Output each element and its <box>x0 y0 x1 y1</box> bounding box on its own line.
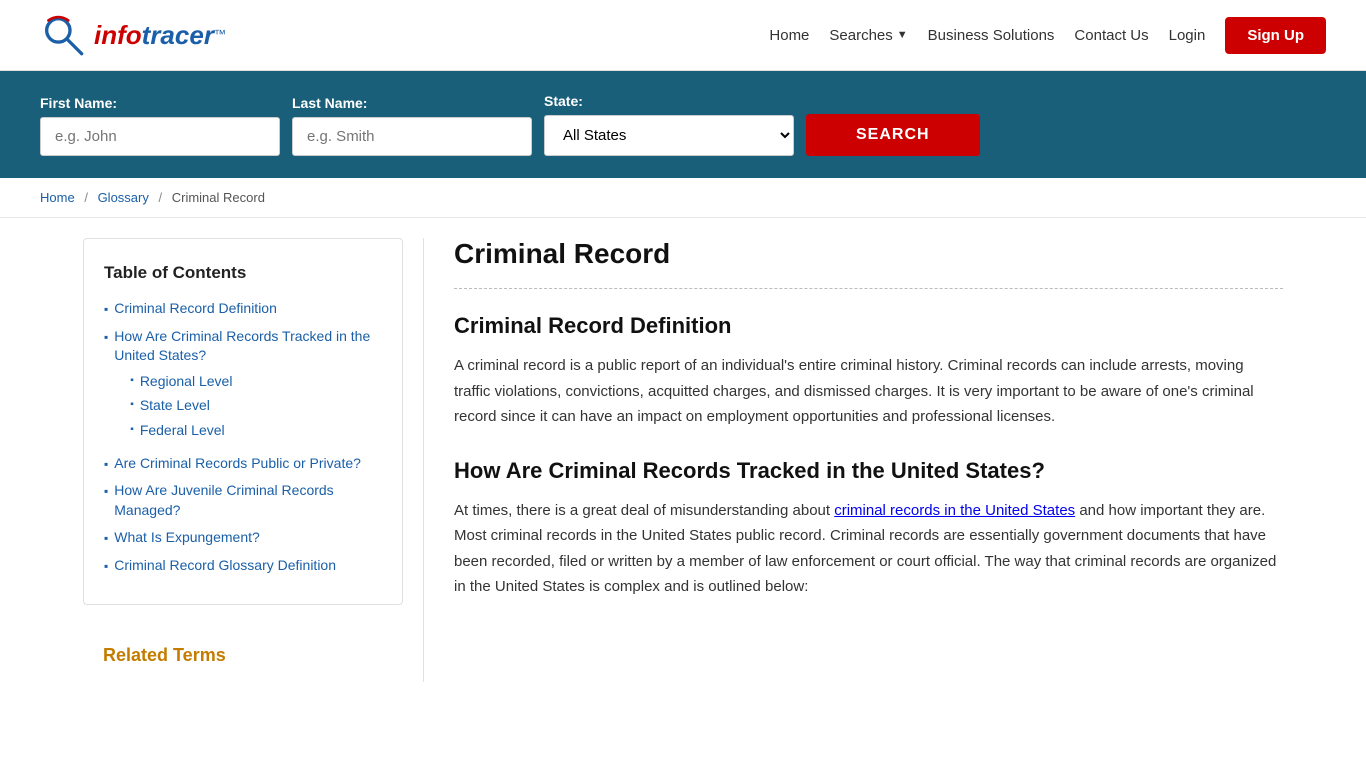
last-name-input[interactable] <box>292 117 532 156</box>
sidebar: Table of Contents Criminal Record Defini… <box>83 238 423 682</box>
article-divider <box>454 288 1283 289</box>
list-item: How Are Criminal Records Tracked in the … <box>104 327 382 446</box>
section1-text: A criminal record is a public report of … <box>454 353 1283 430</box>
signup-button[interactable]: Sign Up <box>1225 17 1326 54</box>
list-item: Federal Level <box>130 421 382 441</box>
main-nav: Home Searches ▼ Business Solutions Conta… <box>769 17 1326 54</box>
logo-area: infotracer™ <box>40 10 226 60</box>
toc-list: Criminal Record Definition How Are Crimi… <box>104 299 382 576</box>
toc-link-tracked[interactable]: How Are Criminal Records Tracked in the … <box>114 328 370 364</box>
last-name-field: Last Name: <box>292 95 532 156</box>
list-item: What Is Expungement? <box>104 528 382 548</box>
first-name-input[interactable] <box>40 117 280 156</box>
section2-text: At times, there is a great deal of misun… <box>454 498 1283 600</box>
nav-contact-us[interactable]: Contact Us <box>1074 27 1148 44</box>
logo-text: infotracer™ <box>94 20 226 51</box>
section2-text-before: At times, there is a great deal of misun… <box>454 502 834 519</box>
toc-link-state[interactable]: State Level <box>140 396 210 416</box>
list-item: State Level <box>130 396 382 416</box>
toc-link-regional[interactable]: Regional Level <box>140 372 233 392</box>
section1-title: Criminal Record Definition <box>454 313 1283 339</box>
logo-icon <box>40 10 90 60</box>
list-item: Criminal Record Glossary Definition <box>104 556 382 576</box>
nav-searches[interactable]: Searches ▼ <box>829 27 907 44</box>
list-item: Are Criminal Records Public or Private? <box>104 454 382 474</box>
toc-link-federal[interactable]: Federal Level <box>140 421 225 441</box>
related-terms-section: Related Terms <box>83 629 403 682</box>
nav-home[interactable]: Home <box>769 27 809 44</box>
breadcrumb-glossary[interactable]: Glossary <box>98 190 149 205</box>
toc-title: Table of Contents <box>104 263 382 283</box>
toc-link-expungement[interactable]: What Is Expungement? <box>114 528 260 548</box>
toc-link-juvenile[interactable]: How Are Juvenile Criminal Records Manage… <box>114 481 382 520</box>
first-name-field: First Name: <box>40 95 280 156</box>
list-item: How Are Juvenile Criminal Records Manage… <box>104 481 382 520</box>
state-label: State: <box>544 93 794 109</box>
breadcrumb-home[interactable]: Home <box>40 190 75 205</box>
breadcrumb-current: Criminal Record <box>172 190 265 205</box>
breadcrumb: Home / Glossary / Criminal Record <box>0 178 1366 218</box>
article: Criminal Record Criminal Record Definiti… <box>423 238 1283 682</box>
search-bar: First Name: Last Name: State: All States… <box>0 71 1366 178</box>
related-terms-title: Related Terms <box>103 645 383 666</box>
list-item: Regional Level <box>130 372 382 392</box>
main-content: Table of Contents Criminal Record Defini… <box>43 218 1323 702</box>
article-title: Criminal Record <box>454 238 1283 270</box>
state-select[interactable]: All States Alabama Alaska Arizona Arkans… <box>544 115 794 156</box>
login-button[interactable]: Login <box>1169 27 1206 44</box>
toc-link-public[interactable]: Are Criminal Records Public or Private? <box>114 454 361 474</box>
criminal-records-link[interactable]: criminal records in the United States <box>834 502 1075 519</box>
first-name-label: First Name: <box>40 95 280 111</box>
list-item: Criminal Record Definition <box>104 299 382 319</box>
searches-chevron-icon: ▼ <box>897 29 908 41</box>
last-name-label: Last Name: <box>292 95 532 111</box>
toc-sublist: Regional Level State Level Federal Level <box>114 372 382 441</box>
search-button[interactable]: SEARCH <box>806 114 980 156</box>
header: infotracer™ Home Searches ▼ Business Sol… <box>0 0 1366 71</box>
section2-title: How Are Criminal Records Tracked in the … <box>454 458 1283 484</box>
toc-link-glossary[interactable]: Criminal Record Glossary Definition <box>114 556 336 576</box>
breadcrumb-sep1: / <box>84 190 88 205</box>
state-field: State: All States Alabama Alaska Arizona… <box>544 93 794 156</box>
toc-box: Table of Contents Criminal Record Defini… <box>83 238 403 605</box>
breadcrumb-sep2: / <box>158 190 162 205</box>
nav-business-solutions[interactable]: Business Solutions <box>928 27 1055 44</box>
toc-link-definition[interactable]: Criminal Record Definition <box>114 299 277 319</box>
